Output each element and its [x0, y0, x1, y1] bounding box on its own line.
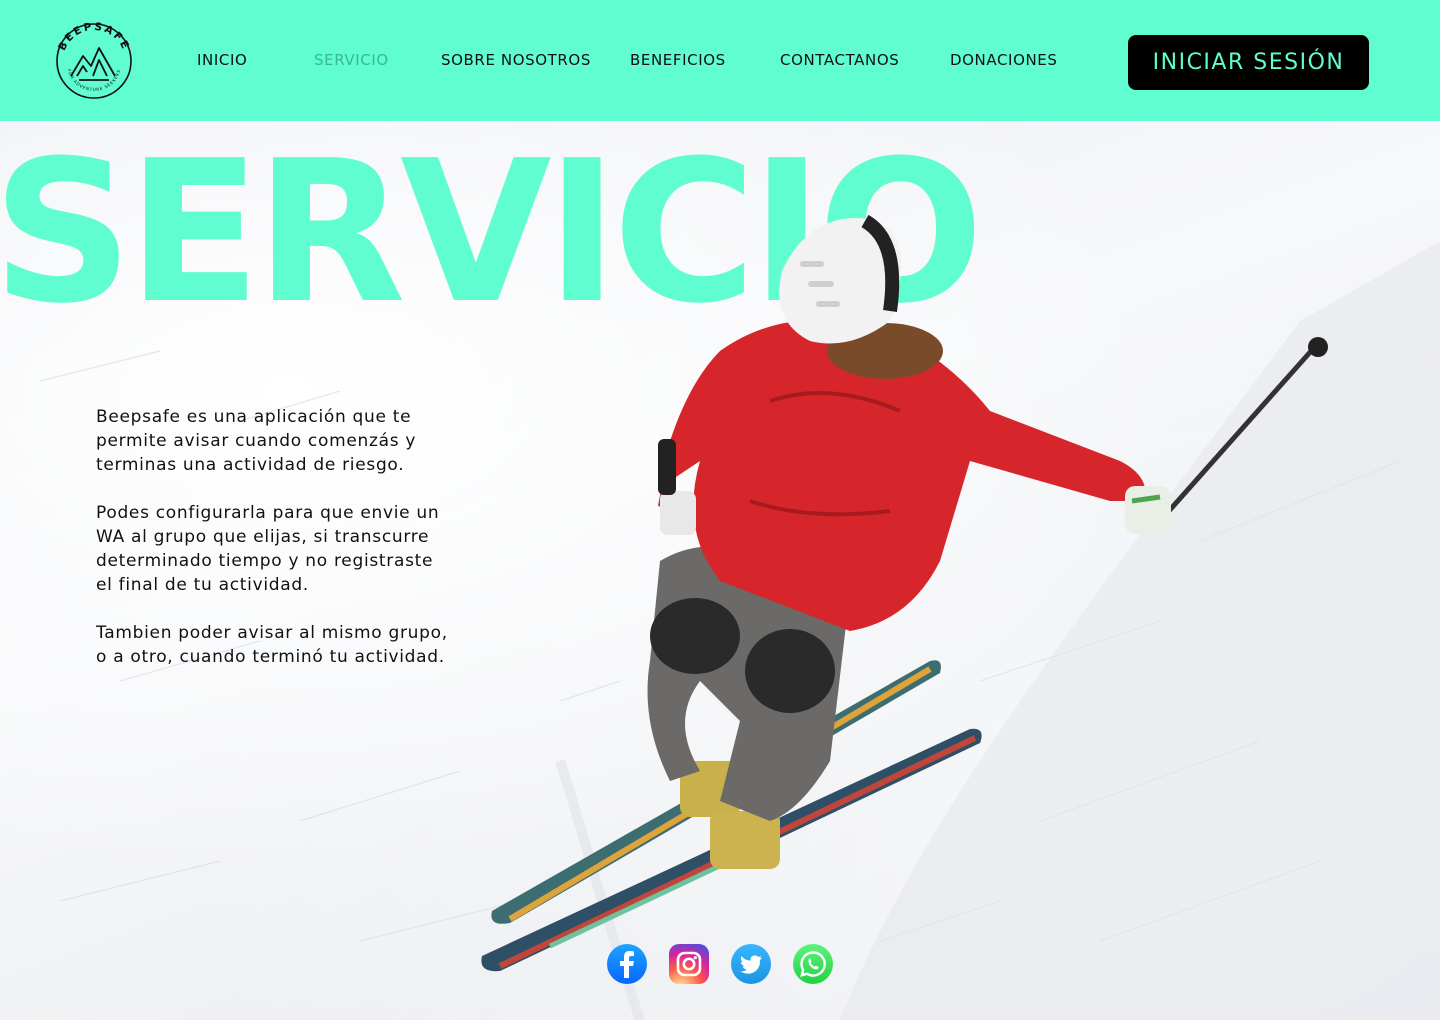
site-header: BEEPSAFE FOR ADVENTURE SEEKERS INICIO SE…	[0, 0, 1440, 121]
nav-sobre-nosotros[interactable]: SOBRE NOSOTROS	[441, 51, 591, 69]
beepsafe-logo[interactable]: BEEPSAFE FOR ADVENTURE SEEKERS	[53, 20, 135, 102]
twitter-icon[interactable]	[731, 944, 771, 984]
login-button[interactable]: INICIAR SESIÓN	[1128, 35, 1369, 90]
service-description: Beepsafe es una aplicación que te permit…	[96, 405, 516, 693]
description-paragraph-2: Podes configurarla para que envie un WA …	[96, 503, 440, 595]
nav-beneficios[interactable]: BENEFICIOS	[630, 51, 726, 69]
description-paragraph-1: Beepsafe es una aplicación que te permit…	[96, 407, 417, 475]
instagram-icon[interactable]	[669, 944, 709, 984]
nav-servicio[interactable]: SERVICIO	[314, 51, 389, 69]
facebook-icon[interactable]	[607, 944, 647, 984]
nav-contactanos[interactable]: CONTACTANOS	[780, 51, 899, 69]
description-paragraph-3: Tambien poder avisar al mismo grupo, o a…	[96, 623, 448, 667]
nav-inicio[interactable]: INICIO	[197, 51, 247, 69]
social-links	[607, 944, 833, 984]
whatsapp-icon[interactable]	[793, 944, 833, 984]
beepsafe-logo-icon: BEEPSAFE FOR ADVENTURE SEEKERS	[56, 21, 132, 99]
nav-donaciones[interactable]: DONACIONES	[950, 51, 1058, 69]
hero-section: SERVICIO Beepsafe es una aplicación que …	[0, 121, 1440, 1020]
skier-image	[481, 214, 1328, 972]
svg-text:BEEPSAFE: BEEPSAFE	[56, 21, 132, 53]
